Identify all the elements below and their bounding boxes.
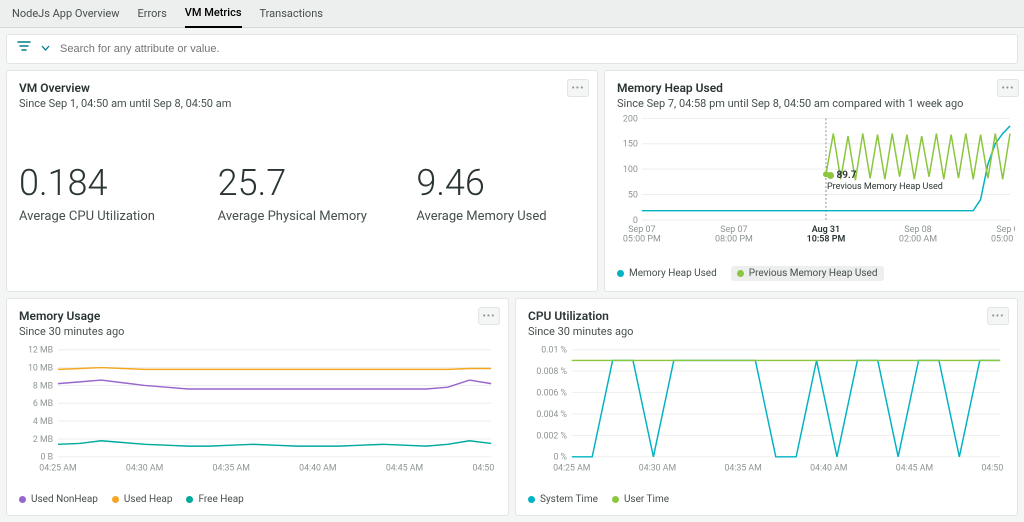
- search-bar: [6, 34, 1018, 64]
- card-title: Memory Heap Used: [617, 81, 1015, 95]
- stat-label: Average Physical Memory: [218, 209, 387, 224]
- card-cpu-utilization: ••• CPU Utilization Since 30 minutes ago…: [515, 298, 1018, 516]
- tab-transactions[interactable]: Transactions: [260, 0, 323, 27]
- filter-icon[interactable]: [17, 41, 31, 57]
- card-vm-overview: ••• VM Overview Since Sep 1, 04:50 am un…: [6, 70, 598, 292]
- legend-item[interactable]: Used Heap: [112, 494, 173, 505]
- card-memory-usage: ••• Memory Usage Since 30 minutes ago 0 …: [6, 298, 509, 516]
- svg-text:0.008 %: 0.008 %: [536, 367, 567, 377]
- stat-physical-memory: 25.7 Average Physical Memory: [218, 165, 387, 224]
- svg-text:04:30 AM: 04:30 AM: [126, 463, 163, 473]
- svg-text:0.01 %: 0.01 %: [541, 346, 567, 356]
- svg-text:12 MB: 12 MB: [28, 346, 53, 356]
- stat-label: Average Memory Used: [416, 209, 585, 224]
- cpu-utilization-chart: 0 % 0.002 % 0.004 % 0.006 % 0.008 % 0.01 % 04:…: [528, 338, 1005, 488]
- chevron-down-icon[interactable]: [41, 44, 50, 54]
- legend-item[interactable]: Free Heap: [186, 494, 243, 505]
- card-menu-button[interactable]: •••: [987, 307, 1009, 325]
- svg-text:200: 200: [623, 114, 638, 124]
- svg-text:04:25 AM: 04:25 AM: [553, 463, 590, 473]
- svg-text:100: 100: [623, 165, 638, 175]
- chart-tooltip: 89.7 Previous Memory Heap Used: [827, 170, 943, 192]
- svg-text:04:30 AM: 04:30 AM: [639, 463, 676, 473]
- card-subtitle: Since Sep 1, 04:50 am until Sep 8, 04:50…: [19, 97, 585, 110]
- legend-item[interactable]: User Time: [612, 494, 669, 505]
- svg-text:02:00 AM: 02:00 AM: [899, 235, 937, 245]
- svg-text:2 MB: 2 MB: [33, 435, 53, 445]
- svg-text:10:58 PM: 10:58 PM: [807, 235, 846, 245]
- heap-chart: 050100150200Sep 0705:00 PMSep 0708:00 PM…: [617, 110, 1015, 260]
- svg-text:04:50 AM: 04:50 AM: [981, 463, 1005, 473]
- card-title: Memory Usage: [19, 309, 496, 323]
- chart-legend: System Time User Time: [528, 494, 1005, 505]
- tab-errors[interactable]: Errors: [137, 0, 166, 27]
- legend-item[interactable]: System Time: [528, 494, 598, 505]
- svg-text:8 MB: 8 MB: [33, 381, 53, 391]
- svg-text:0.002 %: 0.002 %: [536, 431, 567, 441]
- card-subtitle: Since 30 minutes ago: [528, 325, 1005, 338]
- tooltip-dot-icon: [827, 172, 834, 179]
- chart-legend: Used NonHeap Used Heap Free Heap: [19, 494, 496, 505]
- svg-text:04:25 AM: 04:25 AM: [39, 463, 76, 473]
- legend-item[interactable]: Used NonHeap: [19, 494, 98, 505]
- svg-text:Aug 31: Aug 31: [812, 225, 840, 235]
- stat-memory-used: 9.46 Average Memory Used: [416, 165, 585, 224]
- tab-vm-metrics[interactable]: VM Metrics: [185, 0, 242, 28]
- svg-text:Sep 07: Sep 07: [720, 225, 747, 235]
- svg-text:50: 50: [628, 190, 638, 200]
- card-menu-button[interactable]: •••: [997, 79, 1019, 97]
- card-subtitle: Since 30 minutes ago: [19, 325, 496, 338]
- svg-text:05:00 PM: 05:00 PM: [623, 235, 661, 245]
- legend-item-highlighted[interactable]: Previous Memory Heap Used: [731, 266, 884, 281]
- card-title: VM Overview: [19, 81, 585, 95]
- stat-label: Average CPU Utilization: [19, 209, 188, 224]
- card-menu-button[interactable]: •••: [567, 79, 589, 97]
- svg-text:Sep 07: Sep 07: [628, 225, 655, 235]
- svg-text:08:00 PM: 08:00 PM: [715, 235, 753, 245]
- stat-cpu: 0.184 Average CPU Utilization: [19, 165, 188, 224]
- svg-text:150: 150: [623, 140, 638, 150]
- svg-text:0 %: 0 %: [553, 453, 567, 463]
- svg-text:4 MB: 4 MB: [33, 417, 53, 427]
- card-title: CPU Utilization: [528, 309, 1005, 323]
- stat-value: 9.46: [416, 165, 585, 201]
- stat-value: 0.184: [19, 165, 188, 201]
- svg-text:04:40 AM: 04:40 AM: [299, 463, 336, 473]
- svg-text:04:40 AM: 04:40 AM: [810, 463, 847, 473]
- legend-item[interactable]: Memory Heap Used: [617, 268, 717, 279]
- stat-value: 25.7: [218, 165, 387, 201]
- svg-text:04:35 AM: 04:35 AM: [213, 463, 250, 473]
- svg-text:05:00 AM: 05:00 AM: [991, 235, 1015, 245]
- search-input[interactable]: [60, 43, 360, 55]
- svg-text:Sep 08: Sep 08: [996, 225, 1015, 235]
- tab-bar: NodeJs App Overview Errors VM Metrics Tr…: [0, 0, 1024, 28]
- svg-text:04:45 AM: 04:45 AM: [386, 463, 423, 473]
- tab-overview[interactable]: NodeJs App Overview: [12, 0, 119, 27]
- svg-text:0 B: 0 B: [41, 453, 54, 463]
- card-subtitle: Since Sep 7, 04:58 pm until Sep 8, 04:50…: [617, 97, 1015, 110]
- svg-text:10 MB: 10 MB: [28, 363, 53, 373]
- svg-text:0.006 %: 0.006 %: [536, 388, 567, 398]
- svg-text:04:35 AM: 04:35 AM: [724, 463, 761, 473]
- tooltip-label: Previous Memory Heap Used: [827, 182, 943, 192]
- svg-text:Sep 08: Sep 08: [904, 225, 931, 235]
- chart-legend: Memory Heap Used Previous Memory Heap Us…: [617, 266, 1015, 281]
- tooltip-value: 89.7: [836, 170, 856, 181]
- card-menu-button[interactable]: •••: [478, 307, 500, 325]
- svg-text:04:50 AM: 04:50 AM: [472, 463, 496, 473]
- memory-usage-chart: 0 B 2 MB 4 MB 6 MB 8 MB 10 MB 12 MB 04:25 AM 04:…: [19, 338, 496, 488]
- svg-text:0.004 %: 0.004 %: [536, 410, 567, 420]
- svg-text:04:45 AM: 04:45 AM: [896, 463, 933, 473]
- svg-text:6 MB: 6 MB: [33, 399, 53, 409]
- card-memory-heap-used: ••• Memory Heap Used Since Sep 7, 04:58 …: [604, 70, 1024, 292]
